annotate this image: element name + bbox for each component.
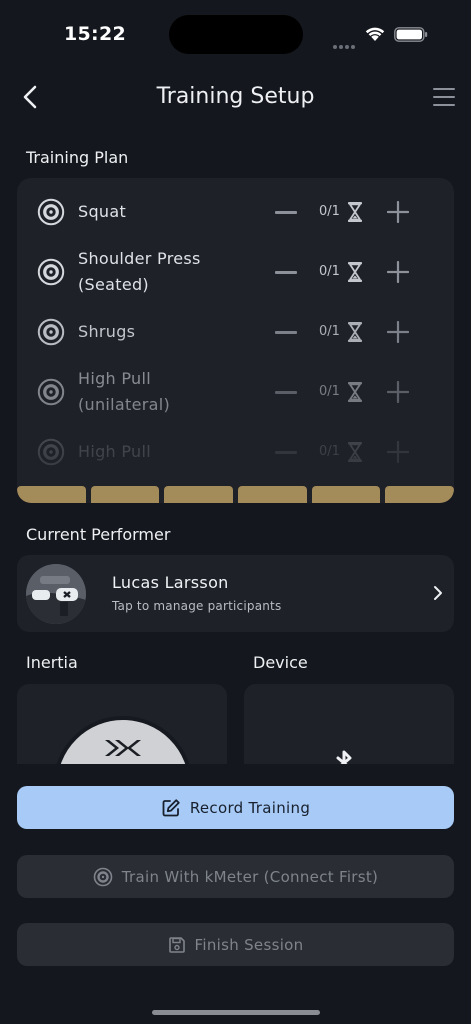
performer-subtitle: Tap to manage participants [112,599,282,613]
set-count: 0/1 [319,324,340,339]
weight-plate-icon [37,258,65,286]
performer-name: Lucas Larsson [112,573,229,592]
weight-bar [164,486,234,503]
record-training-label: Record Training [189,798,311,817]
scroll-fade [17,398,454,498]
exercise-row[interactable]: Shoulder Press (Seated) 0/1 [17,178,454,503]
cellular-signal-icon [333,34,357,49]
home-indicator [152,1010,320,1015]
weight-plate-icon [93,867,113,886]
exercise-row[interactable]: High Pull (unilateral) 0/1 [17,178,454,503]
set-count: 0/1 [319,384,340,399]
weight-bars [17,486,454,503]
exercise-name: Shoulder Press (Seated) [78,246,201,298]
chevron-right-icon [434,586,442,600]
increment-button[interactable] [387,441,409,463]
increment-button[interactable] [387,381,409,403]
battery-icon [394,27,428,42]
hourglass-icon[interactable] [346,201,364,223]
weight-bar [90,486,160,503]
hourglass-icon[interactable] [346,321,364,343]
set-count: 0/1 [319,444,340,459]
weight-bar [17,486,86,503]
exercise-name: Squat [78,199,126,225]
weight-bar [311,486,381,503]
exercise-name-line1: Shrugs [78,322,136,341]
inertia-card[interactable] [17,684,227,774]
exercise-name-line1: High Pull [78,442,151,461]
inertia-label: Inertia [26,653,78,672]
decrement-button[interactable] [275,331,297,334]
exercise-row[interactable]: Squat 0/1 [17,178,454,503]
save-icon [168,936,185,953]
hamburger-menu-icon[interactable] [432,86,456,108]
record-training-button[interactable]: Record Training [17,786,454,829]
increment-button[interactable] [387,201,409,223]
edit-icon [162,798,180,816]
exercise-name-line2: (Seated) [78,275,149,294]
exercise-name-line2: (unilateral) [78,395,171,414]
decrement-button[interactable] [275,271,297,274]
weight-plate-icon [37,318,65,346]
avatar [26,564,86,624]
performer-card[interactable]: Lucas Larsson Tap to manage participants [17,555,454,632]
finish-session-button[interactable]: Finish Session [17,923,454,966]
exercise-row[interactable]: Shrugs 0/1 [17,178,454,503]
finish-session-label: Finish Session [194,935,304,954]
exercise-name-line1: Shoulder Press [78,249,201,268]
weight-plate-icon [37,438,65,466]
training-plan-card: Squat 0/1 Shoulder Press (Seated) 0/1 Shrugs 0… [17,178,454,503]
dynamic-island [169,15,303,54]
increment-button[interactable] [387,321,409,343]
exercise-name: Shrugs [78,319,135,345]
train-with-kmeter-button[interactable]: Train With kMeter (Connect First) [17,855,454,898]
set-count: 0/1 [319,264,340,279]
device-card[interactable] [244,684,454,774]
hourglass-icon[interactable] [346,441,364,463]
training-plan-label: Training Plan [26,148,129,167]
wifi-icon [365,27,385,41]
decrement-button[interactable] [275,451,297,454]
increment-button[interactable] [387,261,409,283]
exercise-name: High Pull (unilateral) [78,366,170,418]
weight-plate-icon [37,378,65,406]
weight-bar [385,486,454,503]
weight-bar [238,486,307,503]
hourglass-icon[interactable] [346,381,364,403]
exercise-name-line1: High Pull [78,369,151,388]
status-time: 15:22 [64,23,126,45]
page-title: Training Setup [156,84,315,109]
current-performer-label: Current Performer [26,525,171,544]
weight-plate-icon [37,198,65,226]
decrement-button[interactable] [275,211,297,214]
exercise-row[interactable]: High Pull 0/1 [17,178,454,503]
exercise-name-line1: Squat [78,202,127,221]
status-bar: 15:22 [0,0,471,60]
device-label: Device [253,653,308,672]
hourglass-icon[interactable] [346,261,364,283]
decrement-button[interactable] [275,391,297,394]
exercise-name: High Pull [78,439,151,465]
train-with-kmeter-label: Train With kMeter (Connect First) [121,867,379,886]
set-count: 0/1 [319,204,340,219]
